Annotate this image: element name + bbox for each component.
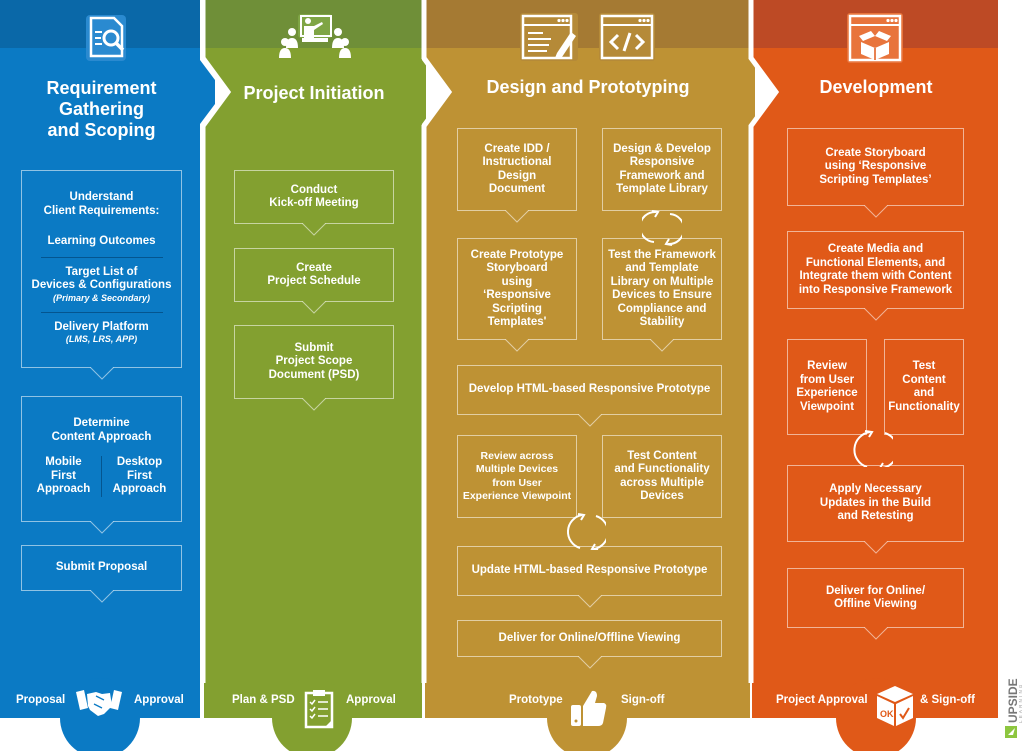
phase-title: Project Initiation (243, 83, 385, 103)
phase-footer: Prototype (509, 694, 563, 706)
phase-title: Development (819, 77, 933, 97)
design-window-pencil-icon (520, 13, 578, 61)
cycle-arrows-icon (566, 513, 606, 550)
step-box: Determine Content Approach Mobile First … (21, 396, 182, 534)
clipboard-checklist-icon (304, 690, 334, 729)
step-box: Create IDD / Instructional Design Document (457, 128, 577, 223)
step-box: Understand Client Requirements: Learning… (21, 170, 182, 380)
down-arrow-notch (89, 590, 114, 603)
approach-options: Mobile First Approach Desktop First Appr… (26, 456, 177, 497)
requirement-note: (LMS, LRS, APP) (65, 334, 138, 344)
box-label: Submit Proposal (55, 561, 148, 574)
step-box: Test Content and Functionality (884, 339, 964, 435)
thumbs-up-icon (571, 690, 607, 726)
down-arrow-notch (505, 339, 529, 352)
code-window-icon (599, 13, 655, 61)
milestone-label: Prototype (509, 694, 563, 706)
down-arrow-notch (863, 308, 888, 321)
title-line: Gathering (58, 99, 144, 119)
requirement-item: Delivery Platform (54, 320, 149, 333)
approach-option: Desktop First Approach (112, 456, 167, 495)
down-arrow-notch (89, 367, 114, 380)
down-arrow-notch (505, 210, 529, 223)
upside-learning-logo: UPSIDE LEARNING (1005, 678, 1023, 738)
handshake-icon (76, 690, 122, 716)
box-heading: Understand (69, 191, 134, 203)
phase-title: Requirement Gathering and Scoping (0, 78, 203, 141)
package-window-icon (847, 13, 903, 63)
approach-option: Mobile First Approach (26, 456, 102, 497)
step-box: Create Prototype Storyboard using ‘Responsi… (457, 238, 577, 352)
milestone-label: Approval (346, 694, 396, 706)
down-arrow-notch (577, 656, 602, 669)
step-box: Apply Necessary Updates in the Build and R… (787, 465, 964, 554)
title-line: and Scoping (47, 120, 156, 140)
requirement-item: Learning Outcomes (47, 235, 156, 247)
down-arrow-notch (863, 541, 888, 554)
step-box: Design & Develop Responsive Framework and T… (602, 128, 722, 211)
phase-title: Design and Prototyping (486, 77, 690, 97)
requirement-item: Devices & Configurations (31, 279, 172, 291)
down-arrow-notch (650, 339, 674, 352)
down-arrow-notch (302, 301, 326, 314)
phase-footer: Proposal (16, 694, 65, 706)
milestone-label: Proposal (16, 694, 66, 706)
down-arrow-notch (863, 627, 888, 640)
phase-footer: Approval (134, 694, 184, 706)
step-box: Submit Proposal (21, 545, 182, 603)
cycle-arrows-icon (853, 430, 893, 467)
step-box: Develop HTML-based Responsive Prototype (457, 365, 722, 427)
svg-text:OK: OK (880, 709, 894, 719)
title-line: Requirement (46, 78, 157, 98)
phase-footer: & Sign-off (920, 694, 975, 706)
milestone-label: Sign-off (621, 694, 665, 706)
svg-text:LEARNING: LEARNING (1018, 682, 1023, 723)
down-arrow-notch (577, 414, 602, 427)
requirement-item: Target List of (65, 265, 138, 278)
presentation-meeting-icon (279, 14, 351, 58)
milestone-label: Project Approval (776, 694, 868, 706)
box-heading: Client Requirements: (43, 204, 160, 217)
down-arrow-notch (577, 595, 602, 608)
down-arrow-notch (863, 205, 888, 218)
requirement-note: (Primary & Secondary) (52, 292, 151, 303)
divider (40, 256, 163, 258)
document-search-icon (86, 15, 126, 61)
milestone-label: Approval (134, 694, 184, 706)
step-box: Test the Framework and Template Library on… (602, 238, 722, 352)
step-box: Update HTML-based Responsive Prototype (457, 546, 722, 608)
step-box: Conduct Kick-off Meeting (234, 170, 394, 236)
box-heading: Content Approach (51, 430, 152, 443)
down-arrow-notch (302, 223, 326, 236)
step-box: Deliver for Online/Offline Viewing (787, 568, 964, 640)
step-box: Submit Project Scope Document (PSD) (234, 325, 394, 411)
step-box: Create Media and Functional Elements, and… (787, 231, 964, 321)
phase-footer: Approval (346, 694, 396, 706)
milestone-label: Plan & PSD (232, 694, 295, 706)
milestone-label: & Sign-off (920, 694, 975, 706)
step-box: Review across Multiple Devices from User Ex… (457, 435, 577, 518)
down-arrow-notch (302, 398, 326, 411)
step-box: Test Content and Functionality across Mult… (602, 435, 722, 518)
phase-footer: Project Approval (776, 694, 868, 706)
down-arrow-notch (89, 521, 114, 534)
step-box: Review from User Experience Viewpoint (787, 339, 867, 435)
phase-footer: Sign-off (621, 694, 664, 706)
step-box: Deliver for Online/Offline Viewing (457, 620, 722, 669)
step-box: Create Storyboard using ‘Responsive Script… (787, 128, 964, 218)
divider (40, 311, 163, 313)
step-box: Create Project Schedule (234, 248, 394, 314)
box-heading: Determine (73, 417, 130, 429)
ok-check-box-icon: OK (877, 686, 913, 726)
phase-footer: Plan & PSD (232, 694, 295, 706)
